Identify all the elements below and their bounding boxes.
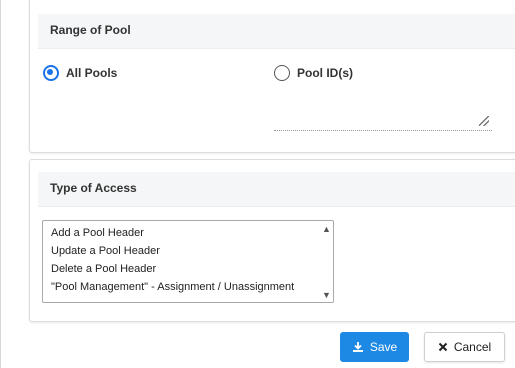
range-of-pool-header: Range of Pool — [38, 14, 515, 49]
radio-all-pools[interactable]: All Pools — [43, 65, 117, 81]
radio-all-pools-control[interactable] — [43, 65, 59, 81]
chevron-up-icon[interactable]: ▲ — [322, 225, 331, 234]
list-item[interactable]: Delete a Pool Header — [51, 263, 156, 275]
radio-pool-ids-label: Pool ID(s) — [297, 66, 353, 80]
pool-ids-textarea[interactable] — [274, 95, 492, 131]
list-item[interactable]: "Pool Management" - Assignment / Unassig… — [51, 281, 294, 293]
type-of-access-title: Type of Access — [50, 181, 137, 195]
list-item[interactable]: Update a Pool Header — [51, 245, 160, 257]
range-of-pool-card: Range of Pool All Pools Pool ID(s) — [29, 0, 515, 153]
list-item[interactable]: Add a Pool Header — [51, 227, 144, 239]
cancel-button-label: Cancel — [453, 340, 492, 354]
radio-all-pools-label: All Pools — [66, 66, 118, 80]
permissions-form: Range of Pool All Pools Pool ID(s) Type … — [0, 0, 515, 368]
access-type-listbox[interactable]: Add a Pool Header Update a Pool Header D… — [42, 220, 334, 303]
radio-pool-ids-control[interactable] — [274, 65, 290, 81]
radio-pool-ids[interactable]: Pool ID(s) — [274, 65, 353, 81]
type-of-access-card: Type of Access Add a Pool Header Update … — [29, 159, 515, 322]
save-button[interactable]: Save — [340, 332, 409, 362]
save-button-label: Save — [369, 340, 398, 354]
cancel-button[interactable]: Cancel — [424, 332, 505, 362]
type-of-access-header: Type of Access — [38, 172, 515, 207]
close-icon — [438, 342, 448, 352]
chevron-down-icon[interactable]: ▼ — [322, 291, 331, 300]
listbox-scrollbar[interactable]: ▲ ▼ — [320, 221, 333, 302]
range-of-pool-title: Range of Pool — [50, 23, 131, 37]
download-icon — [352, 341, 364, 353]
resize-grip-icon[interactable] — [479, 116, 489, 126]
